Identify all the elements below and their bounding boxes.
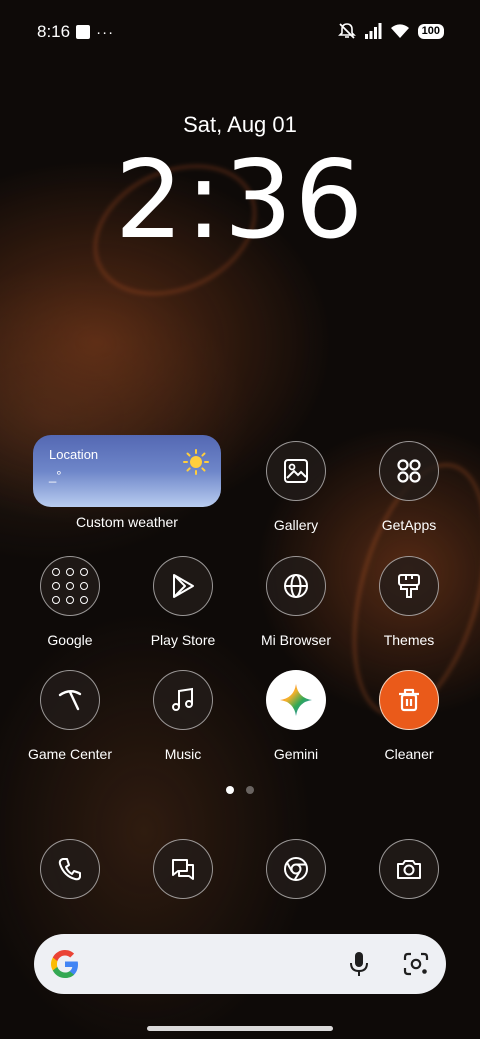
clock-time[interactable]: 2:36 xyxy=(0,138,480,263)
app-label: Game Center xyxy=(27,746,113,762)
app-game-center[interactable]: Game Center xyxy=(15,670,125,762)
page-indicator xyxy=(0,786,480,794)
date-text: Sat, Aug 01 xyxy=(183,112,297,137)
app-gallery[interactable]: Gallery xyxy=(241,441,351,533)
notification-square-icon xyxy=(76,25,91,39)
sun-icon xyxy=(183,449,209,475)
app-google-folder[interactable]: Google xyxy=(15,556,125,648)
weather-widget[interactable]: Location _° xyxy=(33,435,221,507)
wifi-icon xyxy=(390,24,409,38)
app-label: Gemini xyxy=(273,746,319,762)
app-cleaner[interactable]: Cleaner xyxy=(354,670,464,762)
game-center-icon xyxy=(40,670,100,730)
app-label: Google xyxy=(47,632,93,648)
dock-camera[interactable] xyxy=(354,839,464,899)
globe-icon xyxy=(266,556,326,616)
silent-bell-icon xyxy=(337,23,356,39)
app-label: GetApps xyxy=(381,517,437,533)
home-indicator[interactable] xyxy=(147,1026,333,1031)
status-time: 8:16 xyxy=(37,22,71,41)
phone-icon xyxy=(40,839,100,899)
getapps-icon xyxy=(379,441,439,501)
app-label: Music xyxy=(164,746,202,762)
music-note-icon xyxy=(153,670,213,730)
chrome-icon xyxy=(266,839,326,899)
dock-phone[interactable] xyxy=(15,839,125,899)
app-play-store[interactable]: Play Store xyxy=(128,556,238,648)
google-lens-icon[interactable] xyxy=(402,951,430,977)
app-label: Play Store xyxy=(150,632,216,648)
page-dot-active[interactable] xyxy=(226,786,234,794)
trash-icon xyxy=(379,670,439,730)
signal-icon xyxy=(364,23,382,39)
app-mi-browser[interactable]: Mi Browser xyxy=(241,556,351,648)
google-g-icon xyxy=(51,950,78,978)
play-store-icon xyxy=(153,556,213,616)
app-themes[interactable]: Themes xyxy=(354,556,464,648)
app-label: Cleaner xyxy=(384,746,434,762)
gallery-icon xyxy=(266,441,326,501)
weather-temperature: _° xyxy=(49,468,62,483)
app-gemini[interactable]: Gemini xyxy=(241,670,351,762)
google-search-bar[interactable] xyxy=(34,934,446,994)
battery-level: 100 xyxy=(417,23,444,39)
status-bar: 8:16 ··· 100 xyxy=(0,18,480,46)
camera-icon xyxy=(379,839,439,899)
weather-widget-label: Custom weather xyxy=(76,514,178,530)
page-dot[interactable] xyxy=(246,786,254,794)
dock-chrome[interactable] xyxy=(241,839,351,899)
app-label: Gallery xyxy=(273,517,319,533)
weather-location: Location xyxy=(49,447,99,462)
app-music[interactable]: Music xyxy=(128,670,238,762)
app-getapps[interactable]: GetApps xyxy=(354,441,464,533)
app-label: Mi Browser xyxy=(260,632,331,648)
google-folder-icon xyxy=(40,556,100,616)
paint-brush-icon xyxy=(379,556,439,616)
dock-messages[interactable] xyxy=(128,839,238,899)
app-label: Themes xyxy=(383,632,435,648)
messages-icon xyxy=(153,839,213,899)
gemini-icon xyxy=(266,670,326,730)
more-notifications-icon: ··· xyxy=(96,23,115,41)
mic-icon[interactable] xyxy=(348,950,370,978)
